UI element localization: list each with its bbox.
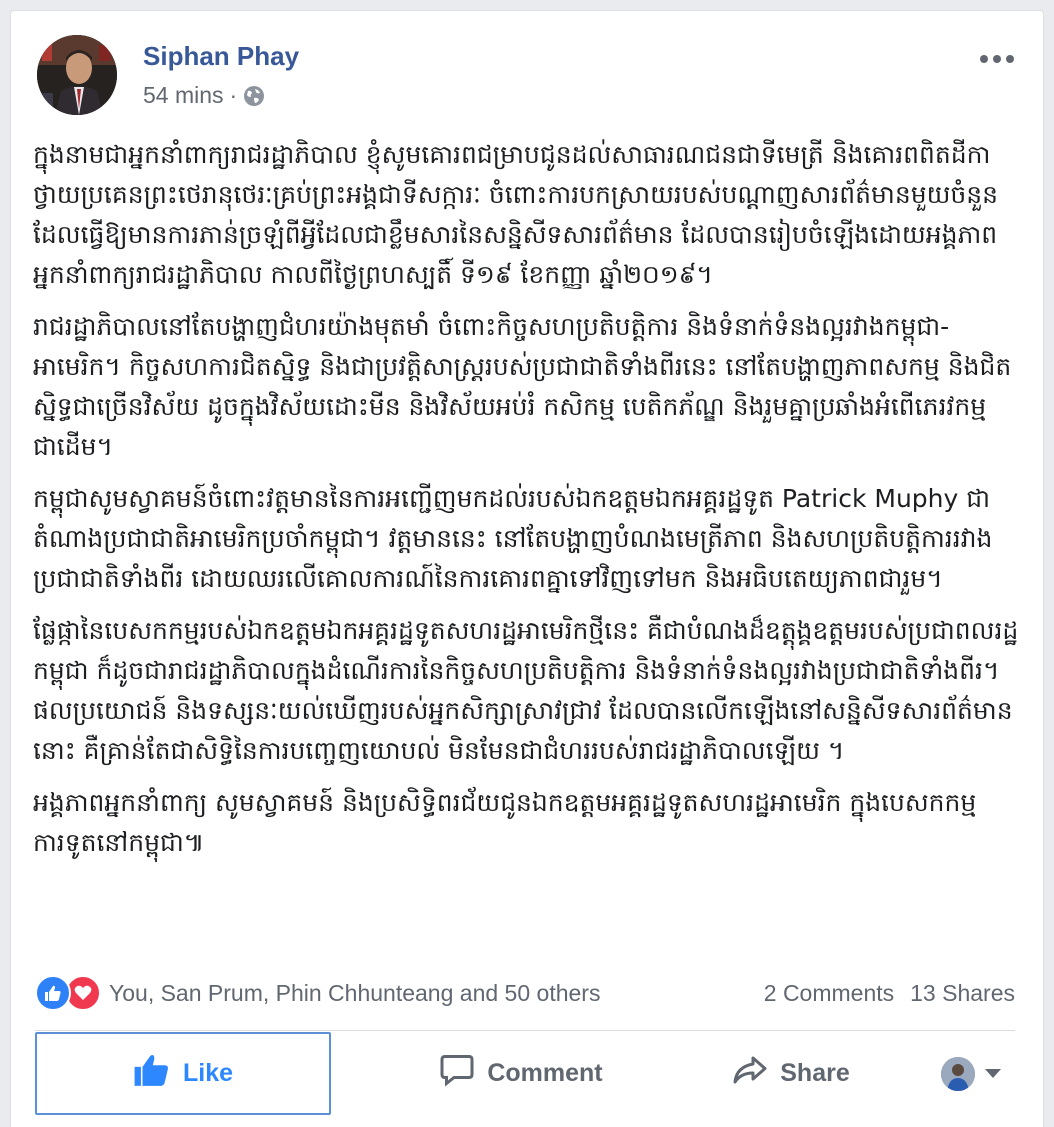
author-photo <box>37 35 117 115</box>
post-as-selector[interactable] <box>941 1056 1015 1091</box>
post-header: Siphan Phay 54 mins · <box>37 35 1017 125</box>
reaction-icons[interactable] <box>35 975 101 1011</box>
meta-separator: · <box>229 82 238 108</box>
post-body: ក្នុងនាមជាអ្នកនាំពាក្យរាជរដ្ឋាភិបាល ខ្ញុ… <box>33 135 1027 875</box>
chevron-down-icon <box>985 1069 1001 1078</box>
user-avatar <box>941 1056 975 1091</box>
comment-label: Comment <box>487 1059 603 1087</box>
shares-count[interactable]: 13 Shares <box>910 980 1015 1007</box>
action-bar: Like Comment Share <box>35 1031 1015 1116</box>
share-label: Share <box>780 1059 850 1087</box>
post-paragraph: ផ្លែផ្កានៃបេសកកម្មរបស់ឯកឧត្តមឯកអគ្គរដ្ឋទ… <box>33 616 1019 765</box>
share-button[interactable]: Share <box>711 1032 871 1115</box>
share-icon <box>732 1052 768 1095</box>
reactions-bar: You, San Prum, Phin Chhunteang and 50 ot… <box>35 973 1015 1013</box>
globe-icon[interactable] <box>243 85 265 107</box>
more-options-icon[interactable] <box>977 47 1017 71</box>
post-paragraph: អង្គភាពអ្នកនាំពាក្យ សូមស្វាគមន៍ និងប្រសិ… <box>33 788 977 857</box>
author-avatar[interactable] <box>37 35 117 115</box>
comment-button[interactable]: Comment <box>331 1032 711 1115</box>
like-label: Like <box>182 1059 234 1087</box>
thumbs-up-icon <box>133 1051 171 1096</box>
post-paragraph: ក្នុងនាមជាអ្នកនាំពាក្យរាជរដ្ឋាភិបាល ខ្ញុ… <box>33 140 998 289</box>
post-timestamp[interactable]: 54 mins <box>143 82 224 109</box>
comments-count[interactable]: 2 Comments <box>764 980 894 1007</box>
author-name[interactable]: Siphan Phay <box>143 41 299 72</box>
post-paragraph: កម្ពុជាសូមស្វាគមន៍ចំពោះវត្តមាននៃការអញ្ជើ… <box>33 484 993 593</box>
post-meta: 54 mins · <box>143 82 265 109</box>
like-button[interactable]: Like <box>35 1032 331 1115</box>
engagement-counts: 2 Comments 13 Shares <box>764 980 1015 1007</box>
reaction-names[interactable]: You, San Prum, Phin Chhunteang and 50 ot… <box>109 980 600 1007</box>
post-paragraph: រាជរដ្ឋាភិបាលនៅតែបង្ហាញជំហរយ៉ាងមុតមាំ ចំ… <box>33 312 1012 461</box>
comment-icon <box>439 1052 475 1095</box>
post-card: Siphan Phay 54 mins · ក្នុងនាមជាអ្នកនាំព… <box>10 10 1044 1127</box>
like-reaction-icon <box>35 975 71 1011</box>
